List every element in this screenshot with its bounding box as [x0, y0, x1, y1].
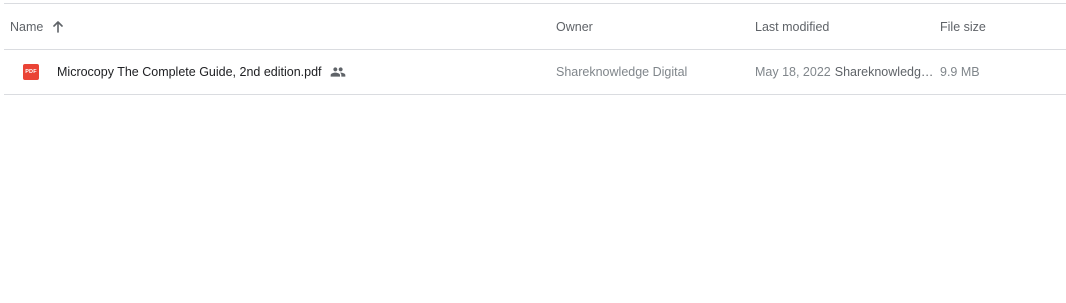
- file-size: 9.9 MB: [940, 65, 980, 79]
- file-size-column-header[interactable]: File size: [940, 4, 986, 49]
- file-name-cell[interactable]: PDF Microcopy The Complete Guide, 2nd ed…: [23, 50, 346, 94]
- arrow-up-icon[interactable]: [51, 20, 65, 34]
- pdf-icon: PDF: [23, 64, 39, 80]
- pdf-icon-text: PDF: [25, 69, 37, 75]
- file-name[interactable]: Microcopy The Complete Guide, 2nd editio…: [57, 65, 322, 79]
- owner-column-label[interactable]: Owner: [556, 20, 593, 34]
- modified-date: May 18, 2022: [755, 65, 831, 79]
- modified-by: Shareknowledge…: [834, 65, 935, 79]
- file-size-column-label[interactable]: File size: [940, 20, 986, 34]
- owner-column-header[interactable]: Owner: [556, 4, 593, 49]
- name-column-header[interactable]: Name: [10, 4, 65, 49]
- file-list: Name Owner Last modified File size PDF M…: [4, 3, 1066, 95]
- last-modified-cell: May 18, 2022 Shareknowledge…: [755, 50, 935, 94]
- last-modified-column-label[interactable]: Last modified: [755, 20, 829, 34]
- file-row[interactable]: PDF Microcopy The Complete Guide, 2nd ed…: [4, 50, 1066, 95]
- last-modified-column-header[interactable]: Last modified: [755, 4, 829, 49]
- owner-cell: Shareknowledge Digital: [556, 50, 687, 94]
- file-list-header: Name Owner Last modified File size: [4, 4, 1066, 50]
- name-column-label[interactable]: Name: [10, 20, 43, 34]
- people-icon: [330, 64, 346, 80]
- file-size-cell: 9.9 MB: [940, 50, 980, 94]
- owner-name: Shareknowledge Digital: [556, 65, 688, 79]
